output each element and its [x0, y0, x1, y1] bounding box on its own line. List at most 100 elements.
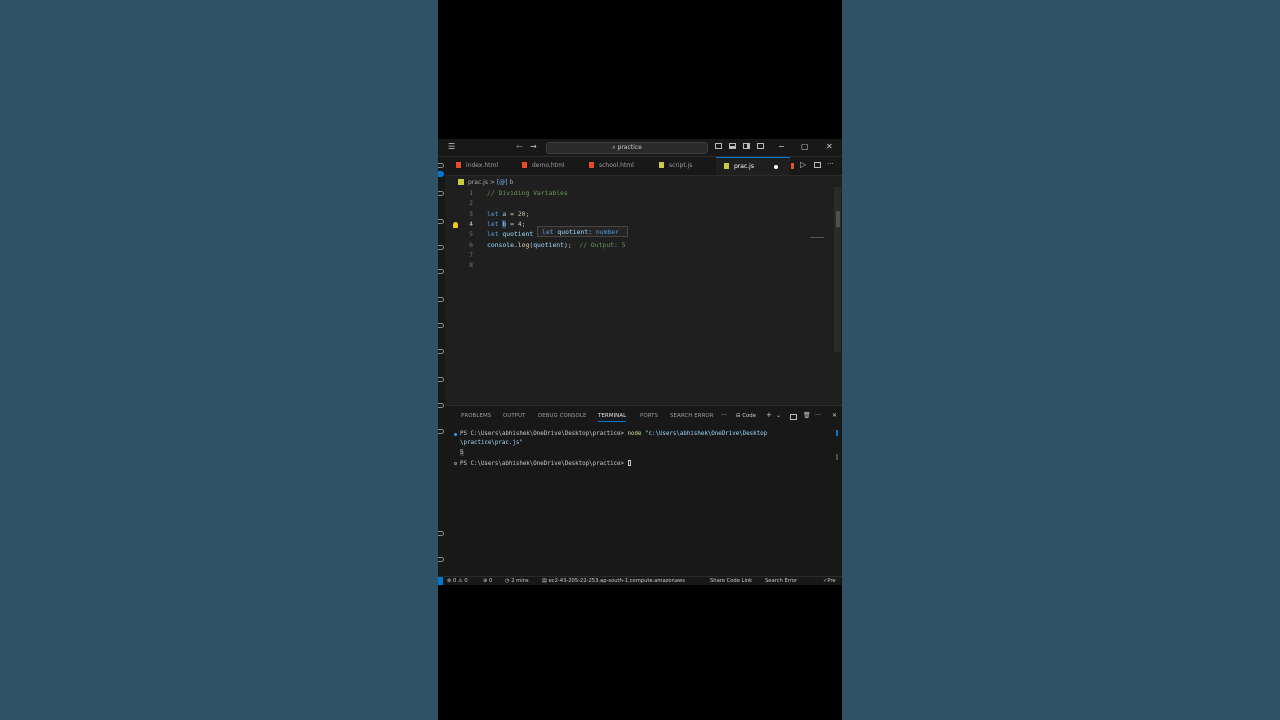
js-file-icon — [659, 162, 664, 168]
testing-icon[interactable] — [438, 297, 444, 302]
trash-icon[interactable]: 🗑 — [803, 412, 811, 419]
html-file-icon — [456, 162, 461, 168]
explorer-icon[interactable] — [438, 163, 444, 168]
terminal-scroll-marker[interactable] — [836, 454, 838, 460]
more-actions-icon[interactable]: ··· — [827, 160, 834, 168]
code-line-5: let quotient — [487, 230, 534, 238]
error-icon: ⊗ — [447, 578, 452, 584]
panel-more-actions-icon[interactable]: ··· — [815, 412, 821, 419]
title-bar: ☰ ← → ⌕ practice − ▢ ✕ — [438, 139, 842, 157]
tab-problems[interactable]: PROBLEMS — [461, 413, 491, 419]
tab-output[interactable]: OUTPUT — [503, 413, 526, 419]
command-center-search[interactable]: ⌕ practice — [546, 142, 708, 154]
line-number: 1 — [469, 189, 473, 197]
editor-tab-bar: index.html demo.html school.html script.… — [445, 157, 842, 176]
broadcast-icon: ⊛ — [483, 578, 488, 584]
tab-ports[interactable]: PORTS — [640, 413, 658, 419]
warning-icon: ⚠ — [457, 578, 463, 584]
html-file-icon — [589, 162, 594, 168]
share-code-link[interactable]: Share Code Link — [710, 577, 752, 585]
line-number: 7 — [469, 251, 473, 259]
remote-explorer-icon[interactable] — [438, 269, 444, 274]
terminal-scroll-marker[interactable] — [836, 430, 838, 436]
line-number: 6 — [469, 241, 473, 249]
extensions-icon[interactable] — [438, 245, 444, 250]
tab-demo-html[interactable]: demo.html — [522, 157, 564, 175]
remote-host-indicator[interactable]: ▤ ec2-43-205-22-253.ap-south-1.compute.a… — [542, 577, 685, 585]
tab-terminal[interactable]: TERMINAL — [598, 413, 627, 422]
maximize-icon[interactable]: ▢ — [801, 142, 809, 152]
terminal-line-3[interactable]: PS C:\Users\abhishek\OneDrive\Desktop\pr… — [460, 460, 631, 467]
status-bar: ⊗ 0 ⚠ 0 ⊛ 0 ◷ 2 mins ▤ ec2-43-205-22-253… — [438, 576, 842, 585]
search-view-icon[interactable] — [438, 171, 444, 177]
problems-indicator[interactable]: ⊗ 0 ⚠ 0 — [447, 577, 468, 585]
source-control-icon[interactable] — [438, 191, 444, 196]
code-line-1: // Dividing Variables — [487, 189, 568, 197]
split-editor-icon[interactable] — [814, 162, 821, 168]
toggle-secondary-sidebar-icon[interactable] — [743, 143, 750, 149]
toggle-panel-icon[interactable] — [729, 143, 736, 149]
time-indicator[interactable]: ◷ 2 mins — [505, 577, 529, 585]
docker-icon[interactable] — [438, 349, 444, 354]
prettier-status[interactable]: ✓Pre — [823, 577, 836, 585]
code-line-4: let b = 4; — [487, 220, 526, 228]
edit-icon[interactable] — [438, 377, 444, 382]
terminal-output: 5 — [460, 450, 464, 456]
line-number: 8 — [469, 261, 473, 269]
search-text: practice — [617, 144, 642, 151]
terminal-cursor — [627, 460, 631, 466]
minimap[interactable] — [810, 237, 824, 238]
minimize-icon[interactable]: − — [778, 142, 785, 152]
terminal-line-1: PS C:\Users\abhishek\OneDrive\Desktop\pr… — [460, 431, 768, 437]
js-file-icon — [724, 163, 729, 169]
new-terminal-icon[interactable]: + — [766, 411, 772, 419]
remote-indicator[interactable] — [438, 577, 443, 585]
line-number: 5 — [469, 230, 473, 238]
overflow-tab-icon[interactable] — [791, 163, 794, 169]
lightbulb-icon[interactable] — [453, 222, 458, 228]
terminal-shell-selector[interactable]: ⊟ Code — [736, 413, 756, 419]
activity-bar — [438, 157, 445, 576]
account-icon[interactable] — [438, 531, 444, 536]
editor-scrollbar-thumb[interactable] — [836, 211, 840, 227]
run-file-icon[interactable]: ▷ — [800, 160, 806, 169]
split-terminal-icon[interactable] — [790, 414, 797, 420]
tab-search-error[interactable]: SEARCH ERROR — [670, 413, 714, 419]
line-number: 3 — [469, 210, 473, 218]
tab-index-html[interactable]: index.html — [456, 157, 498, 175]
search-error-status[interactable]: Search Error — [765, 577, 797, 585]
panel-more-icon[interactable]: ··· — [721, 412, 727, 419]
code-editor[interactable]: 1 2 3 4 5 6 7 8 // Dividing Variables le… — [445, 187, 835, 407]
hover-tooltip: let quotient: number — [537, 226, 628, 237]
line-number-current: 4 — [469, 220, 473, 228]
tab-debug-console[interactable]: DEBUG CONSOLE — [538, 413, 587, 419]
clock-icon: ◷ — [505, 578, 510, 584]
unsaved-dot-icon[interactable] — [774, 165, 778, 169]
back-arrow-icon[interactable]: ← — [516, 142, 523, 152]
tab-prac-js[interactable]: prac.js — [716, 157, 790, 175]
menu-icon[interactable]: ☰ — [448, 142, 455, 152]
manage-gear-icon[interactable] — [438, 557, 444, 562]
customize-layout-icon[interactable] — [757, 143, 764, 149]
variable-symbol-icon: [@] — [496, 179, 508, 186]
database-icon[interactable] — [438, 403, 444, 408]
line-number: 2 — [469, 199, 473, 207]
run-debug-icon[interactable] — [438, 219, 444, 224]
forward-arrow-icon[interactable]: → — [530, 142, 537, 152]
bottom-panel: PROBLEMS OUTPUT DEBUG CONSOLE TERMINAL P… — [445, 405, 842, 577]
tab-school-html[interactable]: school.html — [589, 157, 634, 175]
ports-indicator[interactable]: ⊛ 0 — [483, 577, 492, 585]
toggle-primary-sidebar-icon[interactable] — [715, 143, 722, 149]
command-pending-icon — [454, 462, 457, 465]
close-panel-icon[interactable]: ✕ — [832, 412, 837, 419]
chevron-down-icon[interactable]: ⌄ — [776, 412, 781, 419]
tab-script-js[interactable]: script.js — [659, 157, 692, 175]
server-icon: ▤ — [542, 578, 547, 584]
js-file-icon — [458, 179, 464, 185]
close-window-icon[interactable]: ✕ — [826, 142, 833, 152]
github-icon[interactable] — [438, 323, 444, 328]
terminal-line-2: \practice\prac.js" — [460, 440, 523, 446]
code-line-6: console.log(quotient); // Output: 5 — [487, 241, 626, 249]
layers-icon[interactable] — [438, 429, 444, 434]
html-file-icon — [522, 162, 527, 168]
